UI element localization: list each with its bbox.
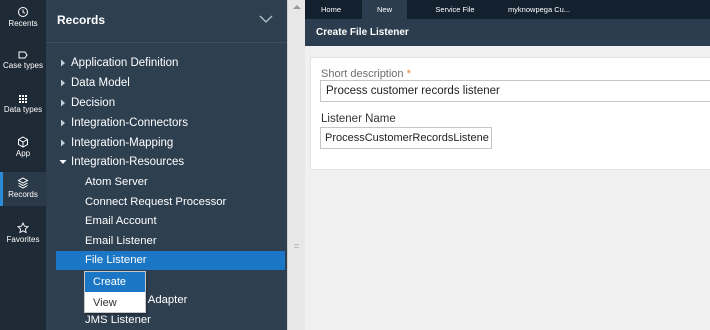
tree-item-integration-mapping[interactable]: Integration-Mapping (46, 133, 287, 153)
page-title: Create File Listener (316, 27, 409, 38)
tree-item-integration-resources[interactable]: Integration-Resources (46, 152, 287, 172)
tree-child-label-partial: e Adapter (139, 294, 188, 306)
divider (46, 42, 287, 43)
caret-right-icon (61, 79, 65, 87)
caret-down-icon (59, 160, 67, 164)
records-title: Records (57, 13, 106, 27)
required-asterisk-icon: * (403, 68, 411, 80)
short-description-input[interactable]: Process customer records listener (320, 80, 710, 102)
context-menu-create[interactable]: Create (85, 272, 145, 292)
rail-label-data-types: Data types (3, 105, 43, 114)
tree-item-data-model[interactable]: Data Model (46, 73, 287, 93)
form-card: Short description * Process customer rec… (310, 57, 710, 170)
app-cube-icon (18, 136, 28, 148)
tree-item-label: Application Definition (71, 57, 179, 69)
rail-item-data-types[interactable]: Data types (0, 94, 46, 118)
tab-service-file[interactable]: Service File (415, 0, 495, 19)
caret-right-icon (61, 139, 65, 147)
main-area: Home New Service File myknowpega Cu... C… (305, 0, 710, 330)
rail-label-recents: Recents (8, 19, 38, 28)
caret-right-icon (61, 99, 65, 107)
tree-item-integration-connectors[interactable]: Integration-Connectors (46, 113, 287, 133)
listener-name-input[interactable]: ProcessCustomerRecordsListene (320, 127, 492, 149)
tree-child-label: Email Listener (85, 235, 157, 247)
tree-child-label: Connect Request Processor (85, 196, 227, 208)
tree-child-email-account[interactable]: Email Account (46, 211, 287, 231)
tree-item-label: Integration-Connectors (71, 117, 188, 129)
tree-child-file-listener[interactable]: File Listener (56, 251, 285, 270)
tree-child-atom-server[interactable]: Atom Server (46, 172, 287, 192)
context-menu: Create View (84, 271, 146, 313)
records-panel: Records Application Definition Data Mode… (46, 0, 287, 330)
tree-child-jms-listener[interactable]: JMS Listener (46, 310, 287, 330)
case-types-icon (18, 51, 28, 59)
rail-item-favorites[interactable]: Favorites (0, 222, 46, 246)
splitter-grip-icon[interactable]: = (294, 242, 299, 251)
tree-item-label: Integration-Resources (71, 156, 185, 168)
tab-myknowpega[interactable]: myknowpega Cu... (501, 0, 577, 19)
listener-name-label: Listener Name (321, 113, 396, 125)
history-icon (18, 7, 28, 17)
tab-bar: Home New Service File myknowpega Cu... (305, 0, 710, 19)
tree-item-label: Data Model (71, 77, 130, 89)
rail-label-app: App (15, 149, 31, 158)
caret-right-icon (61, 59, 65, 67)
short-description-label: Short description * (321, 68, 411, 80)
rail-item-records[interactable]: Records (0, 172, 46, 206)
form-header: Create File Listener (305, 19, 710, 46)
tab-home[interactable]: Home (305, 0, 357, 19)
rail-item-app[interactable]: App (0, 136, 46, 162)
star-icon (17, 222, 29, 234)
tab-new[interactable]: New (362, 0, 407, 19)
short-description-label-text: Short description (321, 68, 404, 80)
tree-item-application-definition[interactable]: Application Definition (46, 53, 287, 73)
rail-label-case-types: Case types (2, 61, 44, 70)
records-icon (17, 177, 29, 189)
caret-up-icon[interactable] (293, 4, 301, 10)
data-types-icon (19, 95, 27, 103)
tree-child-label: File Listener (85, 254, 147, 266)
rail-label-favorites: Favorites (6, 235, 40, 244)
tree-item-label: Integration-Mapping (71, 137, 174, 149)
chevron-down-icon[interactable] (259, 14, 273, 24)
tree-child-email-listener[interactable]: Email Listener (46, 231, 287, 251)
records-header[interactable]: Records (46, 0, 287, 42)
rail-item-recents[interactable]: Recents (0, 6, 46, 36)
left-nav-rail: Recents Case types Data types App Record… (0, 0, 46, 330)
caret-right-icon (61, 119, 65, 127)
panel-splitter[interactable]: = (287, 0, 305, 330)
context-menu-view[interactable]: View (85, 293, 145, 313)
tree-child-generic-adapter[interactable]: e Adapter (46, 290, 287, 310)
tree-child-label: JMS Listener (85, 314, 151, 326)
tree-child-label: Email Account (85, 215, 157, 227)
tree-item-label: Decision (71, 97, 116, 109)
tree-item-decision[interactable]: Decision (46, 93, 287, 113)
tree-child-label: Atom Server (85, 176, 148, 188)
rail-item-case-types[interactable]: Case types (0, 50, 46, 74)
tree-child-connect-request-processor[interactable]: Connect Request Processor (46, 192, 287, 212)
rail-label-records: Records (8, 190, 38, 199)
